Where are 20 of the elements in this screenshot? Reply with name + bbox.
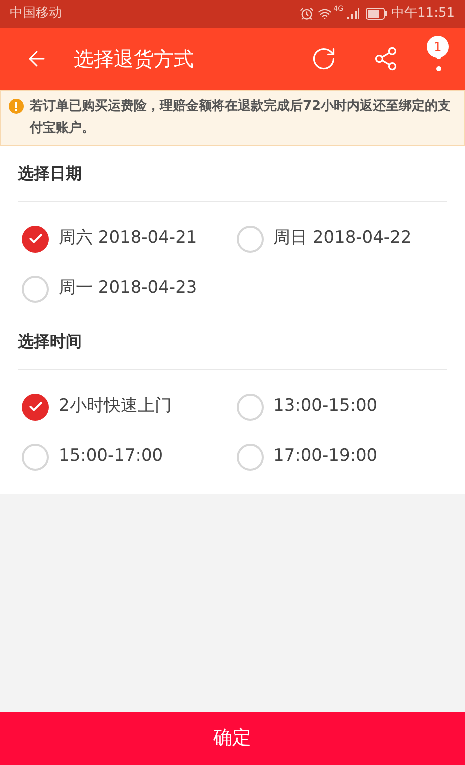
radio-option[interactable]: 17:00-19:00 (232, 432, 447, 482)
radio-option[interactable]: 周六 2018-04-21 (18, 214, 232, 264)
confirm-button[interactable]: 确定 (0, 712, 465, 765)
warning-icon (9, 99, 24, 114)
signal-icon (346, 8, 360, 20)
alarm-icon (300, 7, 314, 21)
battery-icon (366, 8, 388, 20)
notice-text: 若订单已购买运费险，理赔金额将在退款完成后72小时内返还至绑定的支付宝账户。 (30, 98, 452, 138)
carrier-name: 中国移动 (10, 5, 62, 24)
radio-option[interactable]: 周一 2018-04-23 (18, 264, 232, 314)
radio-option[interactable]: 2小时快速上门 (18, 382, 232, 432)
radio-option[interactable]: 15:00-17:00 (18, 432, 232, 482)
radio-option[interactable]: 13:00-15:00 (232, 382, 447, 432)
section-title: 选择时间 (18, 330, 82, 352)
section-title: 选择日期 (18, 162, 82, 184)
clock-time: 中午11:51 (392, 5, 455, 24)
radio-option[interactable]: 周日 2018-04-22 (232, 214, 447, 264)
notification-badge: 1 (427, 36, 449, 58)
wifi-icon (318, 7, 332, 21)
page-title: 选择退货方式 (74, 46, 194, 73)
